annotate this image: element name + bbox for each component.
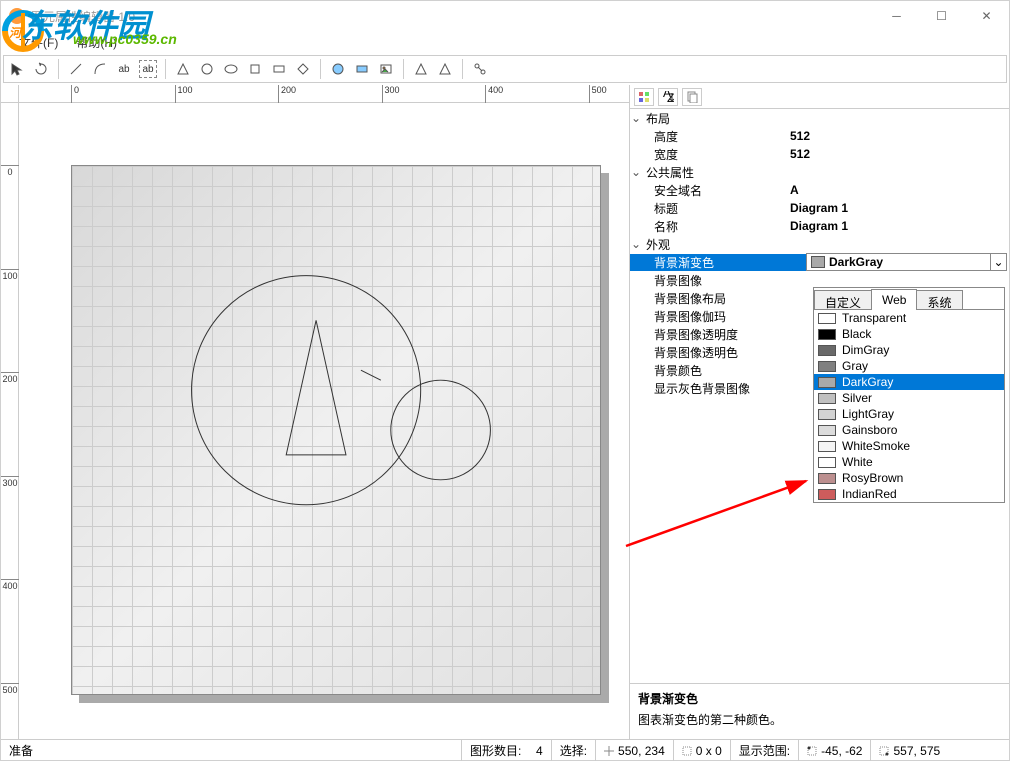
chevron-down-icon[interactable]: ⌄ — [990, 254, 1006, 270]
menu-help[interactable]: 帮助(H) — [76, 34, 117, 51]
category-layout[interactable]: ⌄布局 — [630, 109, 1009, 127]
color-option-darkgray[interactable]: DarkGray — [814, 374, 1004, 390]
prop-height[interactable]: 高度512 — [630, 127, 1009, 145]
prop-width[interactable]: 宽度512 — [630, 145, 1009, 163]
ellipse-tool[interactable] — [222, 60, 240, 78]
color-option-dimgray[interactable]: DimGray — [814, 342, 1004, 358]
canvas-viewport[interactable] — [19, 103, 629, 739]
status-selection: 选择: — [551, 740, 595, 761]
prop-domain[interactable]: 安全域名A — [630, 181, 1009, 199]
link-tool[interactable] — [471, 60, 489, 78]
color-option-lightgray[interactable]: LightGray — [814, 406, 1004, 422]
desc-text: 图表渐变色的第二种颜色。 — [638, 711, 1001, 728]
properties-panel: AZ ⌄布局 高度512 宽度512 ⌄公共属性 安全域名A 标题Diagram… — [629, 85, 1009, 739]
image-tool[interactable] — [377, 60, 395, 78]
status-range2: 557, 575 — [870, 740, 948, 761]
color-option-gray[interactable]: Gray — [814, 358, 1004, 374]
ruler-vertical: 0100200300400500 — [1, 103, 19, 739]
props-toolbar: AZ — [630, 85, 1009, 109]
prop-title[interactable]: 标题Diagram 1 — [630, 199, 1009, 217]
shapes-layer — [72, 166, 600, 694]
color-option-indianred[interactable]: IndianRed — [814, 486, 1004, 502]
triangle3-tool[interactable] — [436, 60, 454, 78]
color-option-whitesmoke[interactable]: WhiteSmoke — [814, 438, 1004, 454]
color-option-white[interactable]: White — [814, 454, 1004, 470]
statusbar: 准备 图形数目: 4 选择: 550, 234 0 x 0 显示范围: -45,… — [1, 739, 1009, 761]
diamond-tool[interactable] — [294, 60, 312, 78]
color-list[interactable]: TransparentBlackDimGrayGrayDarkGraySilve… — [814, 310, 1004, 502]
toolbar: ab ab — [3, 55, 1007, 83]
minimize-button[interactable]: ─ — [874, 1, 919, 31]
menubar: 文件(F) 帮助(H) — [1, 31, 1009, 53]
ruler-corner — [1, 85, 19, 103]
triangle-tool[interactable] — [174, 60, 192, 78]
color-value-text: DarkGray — [829, 255, 990, 269]
square-tool[interactable] — [246, 60, 264, 78]
text-tool[interactable]: ab — [115, 60, 133, 78]
shape-circle-large[interactable] — [192, 276, 421, 505]
rect-fill-tool[interactable] — [353, 60, 371, 78]
color-option-gainsboro[interactable]: Gainsboro — [814, 422, 1004, 438]
window-title: 图元属性编辑器 1.0 — [31, 8, 1001, 25]
color-swatch-icon — [811, 256, 825, 268]
canvas-area: 0100200300400500 0100200300400500 — [1, 85, 629, 739]
properties-grid: ⌄布局 高度512 宽度512 ⌄公共属性 安全域名A 标题Diagram 1 … — [630, 109, 1009, 683]
status-size: 0 x 0 — [673, 740, 730, 761]
workspace: 0100200300400500 0100200300400500 AZ ⌄布局… — [1, 85, 1009, 739]
color-tabs: 自定义 Web 系统 — [814, 288, 1004, 310]
shape-circle-small[interactable] — [391, 380, 491, 480]
shape-triangle[interactable] — [286, 320, 346, 454]
rotate-tool[interactable] — [32, 60, 50, 78]
prop-bg-gradient[interactable]: 背景渐变色 DarkGray ⌄ — [630, 253, 1009, 271]
color-picker-popup: 自定义 Web 系统 TransparentBlackDimGrayGrayDa… — [813, 287, 1005, 503]
tab-system[interactable]: 系统 — [916, 290, 962, 309]
category-public[interactable]: ⌄公共属性 — [630, 163, 1009, 181]
arc-tool[interactable] — [91, 60, 109, 78]
triangle2-tool[interactable] — [412, 60, 430, 78]
ruler-horizontal: 0100200300400500 — [19, 85, 629, 103]
text2-tool[interactable]: ab — [139, 60, 157, 78]
svg-text:Z: Z — [667, 91, 674, 103]
property-description: 背景渐变色 图表渐变色的第二种颜色。 — [630, 683, 1009, 739]
maximize-button[interactable]: ☐ — [919, 1, 964, 31]
app-icon — [9, 8, 25, 24]
circle-tool[interactable] — [198, 60, 216, 78]
prop-name[interactable]: 名称Diagram 1 — [630, 217, 1009, 235]
circle-fill-tool[interactable] — [329, 60, 347, 78]
status-range1: -45, -62 — [798, 740, 870, 761]
titlebar: 图元属性编辑器 1.0 ─ ☐ ✕ — [1, 1, 1009, 31]
color-option-rosybrown[interactable]: RosyBrown — [814, 470, 1004, 486]
menu-file[interactable]: 文件(F) — [19, 34, 58, 51]
status-position: 550, 234 — [595, 740, 673, 761]
tab-custom[interactable]: 自定义 — [814, 290, 872, 309]
tab-web[interactable]: Web — [871, 289, 917, 310]
status-shape-count: 图形数目: 4 — [461, 740, 551, 761]
categorized-button[interactable] — [634, 88, 654, 106]
status-ready: 准备 — [1, 740, 461, 761]
diagram[interactable] — [71, 165, 601, 695]
color-option-silver[interactable]: Silver — [814, 390, 1004, 406]
pages-button[interactable] — [682, 88, 702, 106]
color-value-cell[interactable]: DarkGray ⌄ — [806, 253, 1007, 271]
close-button[interactable]: ✕ — [964, 1, 1009, 31]
color-option-transparent[interactable]: Transparent — [814, 310, 1004, 326]
status-range: 显示范围: — [730, 740, 798, 761]
pointer-tool[interactable] — [8, 60, 26, 78]
rect-tool[interactable] — [270, 60, 288, 78]
color-option-black[interactable]: Black — [814, 326, 1004, 342]
category-appearance[interactable]: ⌄外观 — [630, 235, 1009, 253]
alphabetical-button[interactable]: AZ — [658, 88, 678, 106]
shape-line[interactable] — [361, 370, 381, 380]
line-tool[interactable] — [67, 60, 85, 78]
desc-title: 背景渐变色 — [638, 690, 1001, 707]
